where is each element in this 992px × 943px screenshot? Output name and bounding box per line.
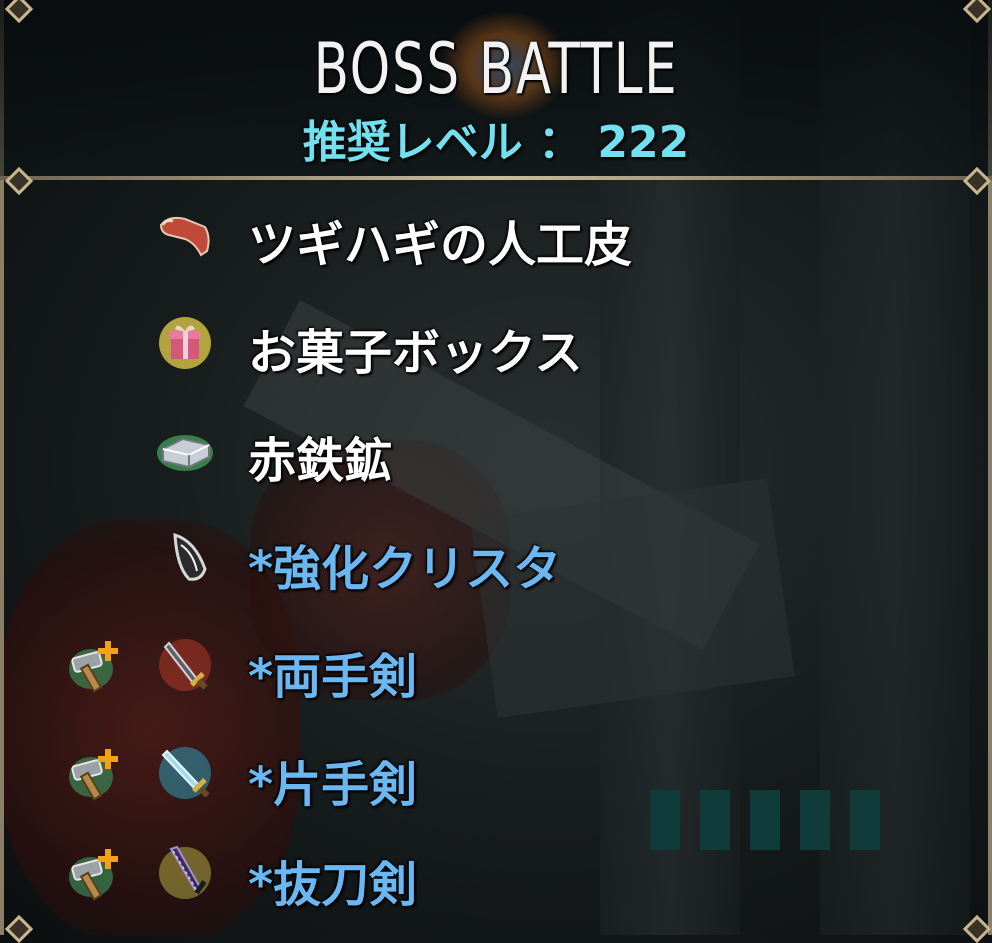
reward-item-label: *片手剣	[248, 757, 418, 813]
header-divider	[0, 176, 992, 180]
ingot-icon	[155, 419, 215, 479]
reward-item[interactable]: *片手剣	[0, 735, 992, 815]
gift-box-icon	[155, 311, 215, 371]
boss-battle-title: BOSS BATTLE	[313, 28, 679, 110]
corner-ornament-icon	[958, 168, 992, 190]
corner-ornament-icon	[0, 0, 34, 18]
recommended-level: 推奨レベル ： 222	[302, 117, 690, 168]
reward-item-label: 赤鉄鉱	[248, 433, 393, 489]
one-handed-sword-icon	[155, 743, 215, 803]
reward-item-label: *強化クリスタ	[248, 541, 562, 597]
reward-item[interactable]: お菓子ボックス	[0, 303, 992, 383]
boss-battle-header: BOSS BATTLE 推奨レベル ： 222	[0, 0, 992, 178]
smith-hammer-plus-icon	[65, 843, 125, 903]
reward-item[interactable]: *強化クリスタ	[0, 519, 992, 599]
corner-ornament-icon	[958, 0, 992, 18]
reward-item[interactable]: *抜刀剣	[0, 835, 992, 915]
patchwork-leather-icon	[155, 203, 215, 263]
reward-item-label: ツギハギの人工皮	[248, 217, 633, 273]
smith-hammer-plus-icon	[65, 635, 125, 695]
two-handed-sword-icon	[155, 635, 215, 695]
reward-item-label: お菓子ボックス	[248, 325, 583, 381]
smith-hammer-plus-icon	[65, 743, 125, 803]
reward-item-label: *両手剣	[248, 649, 418, 705]
crystal-icon	[155, 527, 215, 587]
katana-icon	[155, 843, 215, 903]
reward-item[interactable]: *両手剣	[0, 627, 992, 707]
corner-ornament-icon	[0, 168, 34, 190]
reward-item[interactable]: ツギハギの人工皮	[0, 195, 992, 275]
reward-item-label: *抜刀剣	[248, 857, 418, 913]
reward-item[interactable]: 赤鉄鉱	[0, 411, 992, 491]
